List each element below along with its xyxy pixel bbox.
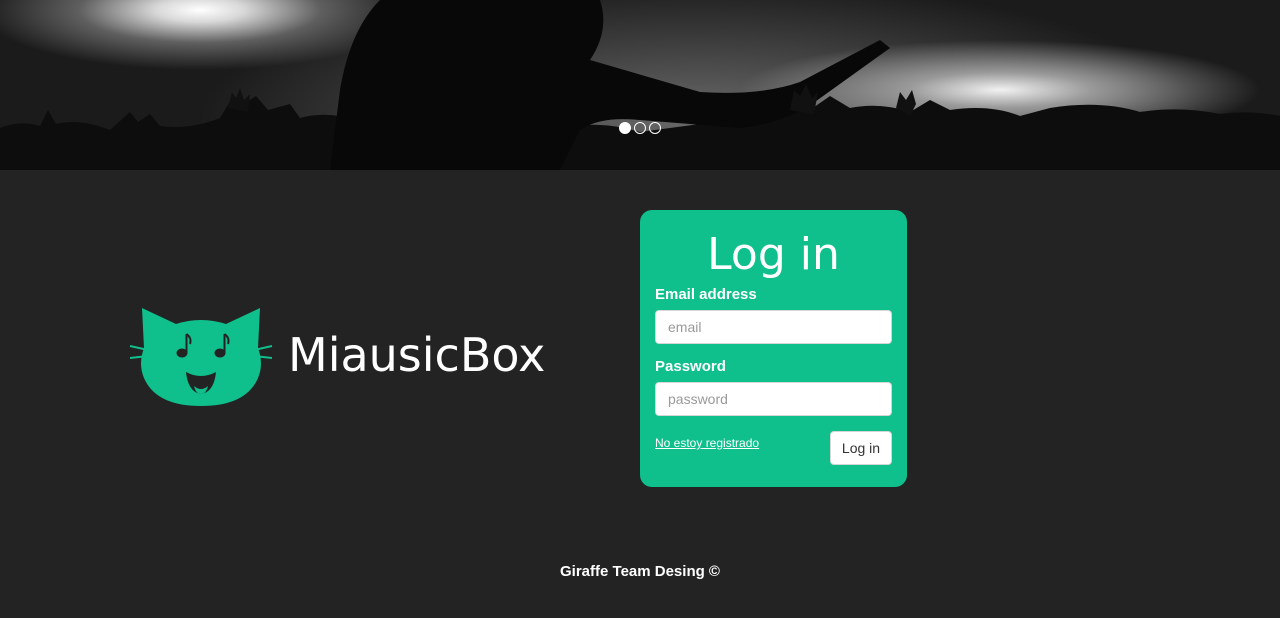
carousel-indicators: [619, 122, 661, 134]
password-field[interactable]: [655, 382, 892, 416]
login-card-footer: No estoy registrado Log in: [655, 431, 892, 465]
cat-logo-icon: [129, 308, 273, 406]
register-link[interactable]: No estoy registrado: [655, 436, 759, 450]
brand: MiausicBox: [128, 300, 545, 410]
carousel-dot-2[interactable]: [634, 122, 646, 134]
concert-photo: [0, 0, 1280, 170]
carousel-dot-1[interactable]: [619, 122, 631, 134]
footer-credit: Giraffe Team Desing ©: [560, 563, 720, 580]
password-label: Password: [655, 358, 726, 375]
login-card: Log in Email address Password No estoy r…: [640, 210, 907, 487]
hero-carousel: [0, 0, 1280, 170]
carousel-dot-3[interactable]: [649, 122, 661, 134]
brand-name: MiausicBox: [288, 328, 546, 382]
email-field[interactable]: [655, 310, 892, 344]
login-title: Log in: [707, 229, 840, 280]
login-button[interactable]: Log in: [830, 431, 892, 465]
email-label: Email address: [655, 286, 757, 303]
